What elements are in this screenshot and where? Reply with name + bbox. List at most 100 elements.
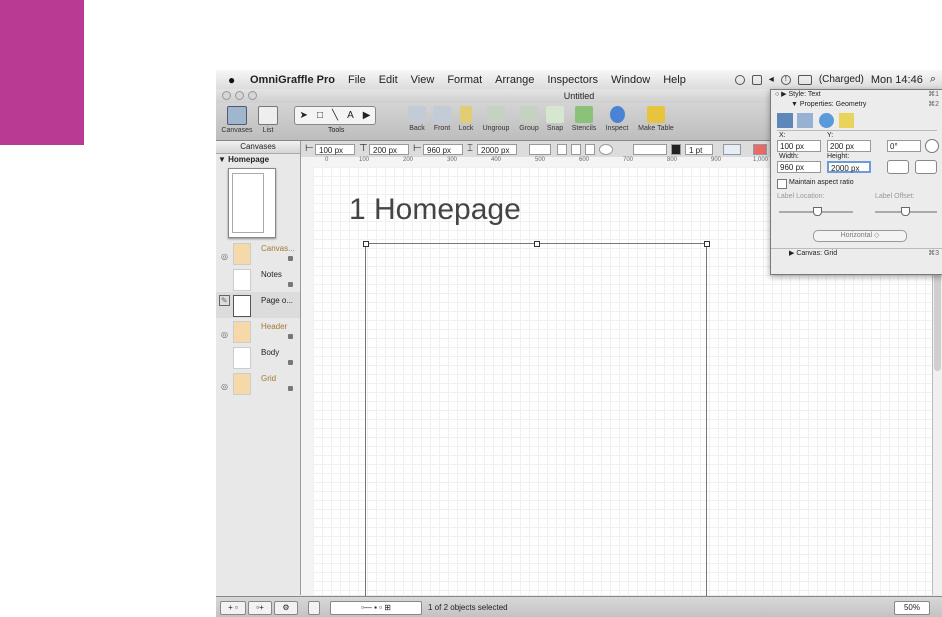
- menu-arrange[interactable]: Arrange: [495, 74, 534, 86]
- action-tab-icon[interactable]: [819, 113, 834, 128]
- stroke-toggle[interactable]: [571, 144, 581, 155]
- spotlight-icon[interactable]: ⌕: [930, 73, 936, 86]
- width-input[interactable]: 960 px: [777, 161, 821, 173]
- stencils-button[interactable]: Stencils: [568, 106, 600, 132]
- zoom-popup[interactable]: 50%: [894, 601, 930, 615]
- volume-icon[interactable]: ◂: [769, 74, 774, 85]
- style-tool-icon[interactable]: ▶: [363, 110, 371, 121]
- layer-canvas[interactable]: ◎ Canvas...: [216, 240, 300, 266]
- corner-toggle[interactable]: [585, 144, 595, 155]
- line-style-popup[interactable]: [633, 144, 667, 155]
- canvas-disclosure[interactable]: ▼ Homepage: [218, 155, 269, 164]
- height-input[interactable]: 2000 px: [827, 161, 871, 173]
- eye-icon[interactable]: ◎: [221, 330, 228, 339]
- orientation-popup[interactable]: Horizontal ◇: [813, 230, 907, 242]
- battery-icon[interactable]: [797, 74, 812, 85]
- menu-format[interactable]: Format: [447, 74, 482, 86]
- group-button[interactable]: Group: [516, 106, 542, 132]
- rotation-knob-icon[interactable]: [925, 139, 939, 153]
- geometry-tab-icon[interactable]: [777, 113, 793, 128]
- lock-icon[interactable]: [288, 334, 293, 339]
- selection-tool-icon[interactable]: ➤: [300, 110, 308, 121]
- height-field[interactable]: 2000 px: [477, 144, 517, 155]
- canvas-thumbnail[interactable]: [228, 168, 276, 238]
- line-tool-icon[interactable]: ╲: [332, 110, 338, 121]
- note-tab-icon[interactable]: [839, 113, 854, 128]
- lock-icon[interactable]: [288, 256, 293, 261]
- rotation-dial[interactable]: [599, 144, 613, 155]
- eye-icon[interactable]: ◎: [221, 382, 228, 391]
- menu-view[interactable]: View: [411, 74, 435, 86]
- slider-knob[interactable]: [813, 207, 822, 216]
- menu-window[interactable]: Window: [611, 74, 650, 86]
- menu-inspectors[interactable]: Inspectors: [547, 74, 598, 86]
- shadow-toggle[interactable]: [557, 144, 567, 155]
- inspect-button[interactable]: Inspect: [602, 106, 632, 132]
- app-menu[interactable]: OmniGraffle Pro: [250, 74, 335, 86]
- canvas-title-text[interactable]: 1 Homepage: [349, 193, 521, 227]
- lock-button[interactable]: Lock: [456, 106, 476, 132]
- lock-icon[interactable]: [288, 282, 293, 287]
- rotation-input[interactable]: 0°: [887, 140, 921, 152]
- layer-page-outline[interactable]: ✎ Page o...: [216, 292, 300, 318]
- connections-tab-icon[interactable]: [797, 113, 813, 128]
- zoom-window-icon[interactable]: [248, 91, 257, 100]
- x-input[interactable]: 100 px: [777, 140, 821, 152]
- ungroup-button[interactable]: Ungroup: [479, 106, 513, 132]
- style-tray[interactable]: ▫— ▪ ▫ ⊞: [330, 601, 422, 615]
- apple-menu-icon[interactable]: ●: [228, 74, 240, 86]
- resize-handle[interactable]: [363, 241, 369, 247]
- slider-knob[interactable]: [901, 207, 910, 216]
- timemachine-icon[interactable]: [734, 74, 745, 85]
- fill-swatch[interactable]: [308, 601, 320, 615]
- minimize-window-icon[interactable]: [235, 91, 244, 100]
- magnet-button[interactable]: [753, 144, 767, 155]
- menu-help[interactable]: Help: [663, 74, 686, 86]
- fill-color-well[interactable]: [529, 144, 551, 155]
- resize-handle[interactable]: [704, 241, 710, 247]
- sync-icon[interactable]: !: [780, 74, 791, 85]
- lock-icon[interactable]: [288, 386, 293, 391]
- display-icon[interactable]: [751, 74, 762, 85]
- flip-horizontal-icon[interactable]: [887, 160, 909, 174]
- y-position-field[interactable]: 200 px: [369, 144, 409, 155]
- y-input[interactable]: 200 px: [827, 140, 871, 152]
- add-canvas-button[interactable]: + ▫: [220, 601, 246, 615]
- width-field[interactable]: 960 px: [423, 144, 463, 155]
- back-button[interactable]: Back: [406, 106, 428, 132]
- canvases-button[interactable]: Canvases: [220, 106, 254, 134]
- shape-tool-icon[interactable]: □: [317, 110, 323, 121]
- resize-handle[interactable]: [534, 241, 540, 247]
- x-position-field[interactable]: 100 px: [315, 144, 355, 155]
- arrange-button[interactable]: [723, 144, 741, 155]
- snap-button[interactable]: Snap: [544, 106, 566, 132]
- aspect-checkbox[interactable]: [777, 179, 787, 189]
- selected-page-rectangle[interactable]: [363, 241, 710, 605]
- layer-grid[interactable]: ◎ Grid: [216, 370, 300, 396]
- layer-notes[interactable]: Notes: [216, 266, 300, 292]
- eye-icon[interactable]: ◎: [221, 252, 228, 261]
- collapse-icon[interactable]: ○ ▶: [775, 91, 787, 98]
- make-table-button[interactable]: Make Table: [634, 106, 678, 132]
- front-button[interactable]: Front: [431, 106, 453, 132]
- inspector-canvas-row[interactable]: ▶ Canvas: Grid ⌘3: [771, 248, 942, 259]
- inspector-style-row[interactable]: ○ ▶ Style: Text ⌘1: [771, 90, 942, 100]
- layer-body[interactable]: Body: [216, 344, 300, 370]
- menu-edit[interactable]: Edit: [379, 74, 398, 86]
- pencil-icon[interactable]: ✎: [219, 295, 230, 306]
- menu-file[interactable]: File: [348, 74, 366, 86]
- disclosure-icon[interactable]: ▼: [791, 101, 798, 108]
- disclosure-icon[interactable]: ▶: [789, 250, 794, 257]
- flip-vertical-icon[interactable]: [915, 160, 937, 174]
- inspector-properties-row[interactable]: ▼ Properties: Geometry ⌘2: [771, 100, 942, 110]
- stroke-color-well[interactable]: [671, 144, 681, 155]
- clock[interactable]: Mon 14:46: [871, 74, 923, 86]
- lock-icon[interactable]: [288, 360, 293, 365]
- add-layer-button[interactable]: ▫+: [248, 601, 272, 615]
- text-tool-icon[interactable]: A: [347, 110, 354, 121]
- list-button[interactable]: List: [256, 106, 280, 134]
- close-window-icon[interactable]: [222, 91, 231, 100]
- gear-icon[interactable]: ⚙: [274, 601, 298, 615]
- layer-header[interactable]: ◎ Header: [216, 318, 300, 344]
- stroke-width-field[interactable]: 1 pt: [685, 144, 713, 155]
